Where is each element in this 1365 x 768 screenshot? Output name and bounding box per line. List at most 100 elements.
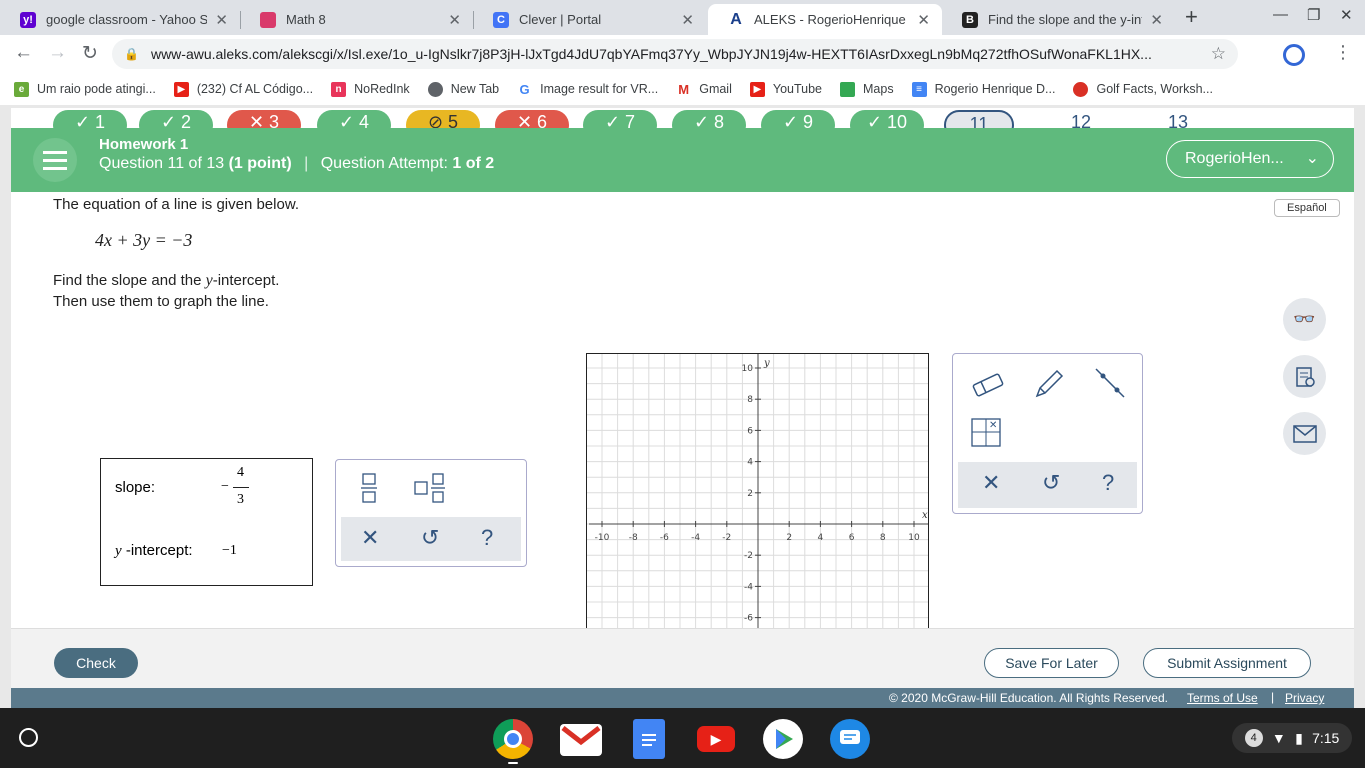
equation: 4x + 3y = −3 (95, 230, 193, 250)
close-icon[interactable]: ✕ (1150, 11, 1163, 29)
coordinate-graph[interactable]: -10 -8 -6 -4 -2 2 4 6 8 10 10 8 6 4 2 -2 -4 -6 x y (586, 353, 929, 633)
docs-icon[interactable] (633, 719, 665, 759)
mixed-number-icon[interactable] (414, 472, 448, 504)
help-icon[interactable]: ? (1102, 470, 1114, 496)
youtube-icon[interactable]: ▶ (697, 726, 735, 752)
close-window-icon[interactable]: ✕ (1340, 6, 1353, 24)
bookmark-label: Um raio pode atingi... (37, 82, 156, 96)
noredink-icon: n (331, 81, 347, 97)
question-pill[interactable]: ✓ 4 (317, 110, 391, 128)
bookmark-item[interactable]: ▶ (232) Cf AL Código... (173, 81, 313, 97)
system-tray[interactable]: 4 ▼ ▮ 7:15 (1232, 723, 1352, 753)
question-pill[interactable]: 13 (1141, 110, 1215, 128)
notification-count: 4 (1244, 729, 1263, 747)
brainly-icon: B (962, 11, 978, 28)
tab-clever[interactable]: C Clever | Portal ✕ (473, 4, 706, 35)
y-axis-label: y (763, 358, 770, 369)
bookmark-star-icon[interactable]: ☆ (1211, 44, 1226, 64)
extension-icon[interactable] (1283, 44, 1305, 66)
worksheet-icon[interactable] (1283, 355, 1326, 398)
no-solution-icon[interactable]: ✕ (971, 418, 1003, 448)
help-icon[interactable]: ? (481, 525, 493, 551)
bookmark-item[interactable]: n NoRedInk (331, 81, 410, 97)
slope-numerator: 4 (237, 465, 244, 480)
address-bar[interactable]: 🔒 www-awu.aleks.com/alekscgi/x/Isl.exe/1… (112, 39, 1238, 69)
question-pill[interactable]: ✓ 9 (761, 110, 835, 128)
close-icon[interactable]: ✕ (448, 11, 461, 29)
close-icon[interactable]: ✕ (681, 11, 694, 29)
eraser-icon[interactable] (971, 372, 1005, 398)
bookmark-item[interactable]: Maps (840, 81, 894, 97)
undo-icon[interactable]: ↺ (1042, 470, 1060, 496)
tab-yahoo[interactable]: y! google classroom - Yahoo Se ✕ (0, 4, 240, 35)
clear-icon[interactable]: ✕ (361, 525, 379, 551)
user-menu-button[interactable]: RogerioHen... ⌄ (1166, 140, 1334, 178)
minimize-icon[interactable]: — (1273, 6, 1288, 23)
fraction-icon[interactable] (360, 472, 380, 504)
homework-title: Homework 1 (99, 136, 189, 153)
play-store-icon[interactable] (763, 719, 803, 759)
question-pill[interactable]: ✓ 2 (139, 110, 213, 128)
menu-button[interactable] (33, 138, 77, 182)
close-icon[interactable]: ✕ (215, 11, 228, 29)
espanol-button[interactable]: Español (1274, 199, 1340, 217)
math-palette: ✕ ↺ ? (335, 459, 527, 567)
tab-math8[interactable]: Math 8 ✕ (240, 4, 473, 35)
glasses-icon[interactable]: 👓 (1283, 298, 1326, 341)
reload-icon[interactable]: ↻ (82, 42, 98, 65)
question-pill[interactable]: ✓ 8 (672, 110, 746, 128)
chrome-icon[interactable] (493, 719, 533, 759)
bookmark-item[interactable]: ▶ YouTube (749, 81, 822, 97)
bookmark-label: Gmail (699, 82, 732, 96)
question-pill[interactable]: ✓ 10 (850, 110, 924, 128)
forward-icon[interactable]: → (48, 42, 67, 64)
bookmark-item[interactable]: G Image result for VR... (517, 81, 658, 97)
question-pill[interactable]: ⊘ 5 (406, 110, 480, 128)
gmail-icon[interactable] (560, 724, 602, 756)
check-button[interactable]: Check (54, 648, 138, 678)
pencil-icon[interactable] (1033, 368, 1065, 400)
restore-icon[interactable]: ❐ (1307, 6, 1320, 24)
undo-icon[interactable]: ↺ (421, 525, 439, 551)
problem-instruction: Find the slope and the y-intercept. (53, 272, 279, 290)
launcher-icon[interactable] (19, 728, 38, 747)
question-pill[interactable]: 12 (1044, 110, 1118, 128)
messages-icon[interactable] (830, 719, 870, 759)
wifi-icon: ▼ (1271, 730, 1286, 746)
question-pill[interactable]: ✕ 6 (495, 110, 569, 128)
bookmark-item[interactable]: New Tab (427, 81, 499, 97)
page-margin-right (1354, 108, 1365, 708)
x-tick-label: -6 (660, 533, 669, 543)
lock-icon[interactable]: 🔒 (124, 47, 139, 61)
slope-input[interactable]: − 4 3 (221, 465, 261, 513)
question-pill-current[interactable]: 11 (944, 110, 1014, 128)
save-for-later-button[interactable]: Save For Later (984, 648, 1119, 678)
close-icon[interactable]: ✕ (917, 11, 930, 29)
question-pill[interactable]: ✕ 3 (227, 110, 301, 128)
line-tool-icon[interactable] (1093, 366, 1127, 400)
clear-icon[interactable]: ✕ (982, 470, 1000, 496)
message-icon[interactable] (1283, 412, 1326, 455)
youtube-icon: ▶ (173, 81, 189, 97)
bookmark-item[interactable]: ≡ Rogerio Henrique D... (911, 81, 1055, 97)
terms-link[interactable]: Terms of Use (1187, 691, 1258, 705)
menu-icon[interactable]: ⋮ (1334, 42, 1352, 63)
question-pill[interactable]: ✓ 7 (583, 110, 657, 128)
bookmark-item[interactable]: M Gmail (676, 81, 732, 97)
question-pill[interactable]: ✓ 1 (53, 110, 127, 128)
new-tab-button[interactable]: + (1185, 4, 1198, 30)
y-intercept-input[interactable]: −1 (222, 543, 237, 559)
privacy-link[interactable]: Privacy (1285, 691, 1324, 705)
docs-icon: ≡ (911, 81, 927, 97)
bookmark-item[interactable]: e Um raio pode atingi... (14, 81, 156, 97)
bookmark-label: YouTube (772, 82, 822, 96)
tab-aleks[interactable]: A ALEKS - RogerioHenrique De. ✕ (708, 4, 942, 35)
back-icon[interactable]: ← (14, 42, 33, 64)
chevron-down-icon: ⌄ (1305, 150, 1319, 167)
clever-icon: C (493, 11, 509, 28)
maps-icon (840, 81, 855, 97)
bookmark-item[interactable]: Golf Facts, Worksh... (1073, 81, 1213, 97)
graph-canvas[interactable]: -10 -8 -6 -4 -2 2 4 6 8 10 10 8 6 4 2 -2 -4 -6 x y (587, 354, 929, 633)
submit-assignment-button[interactable]: Submit Assignment (1143, 648, 1311, 678)
tab-brainly[interactable]: B Find the slope and the y-interc ✕ (942, 4, 1175, 35)
